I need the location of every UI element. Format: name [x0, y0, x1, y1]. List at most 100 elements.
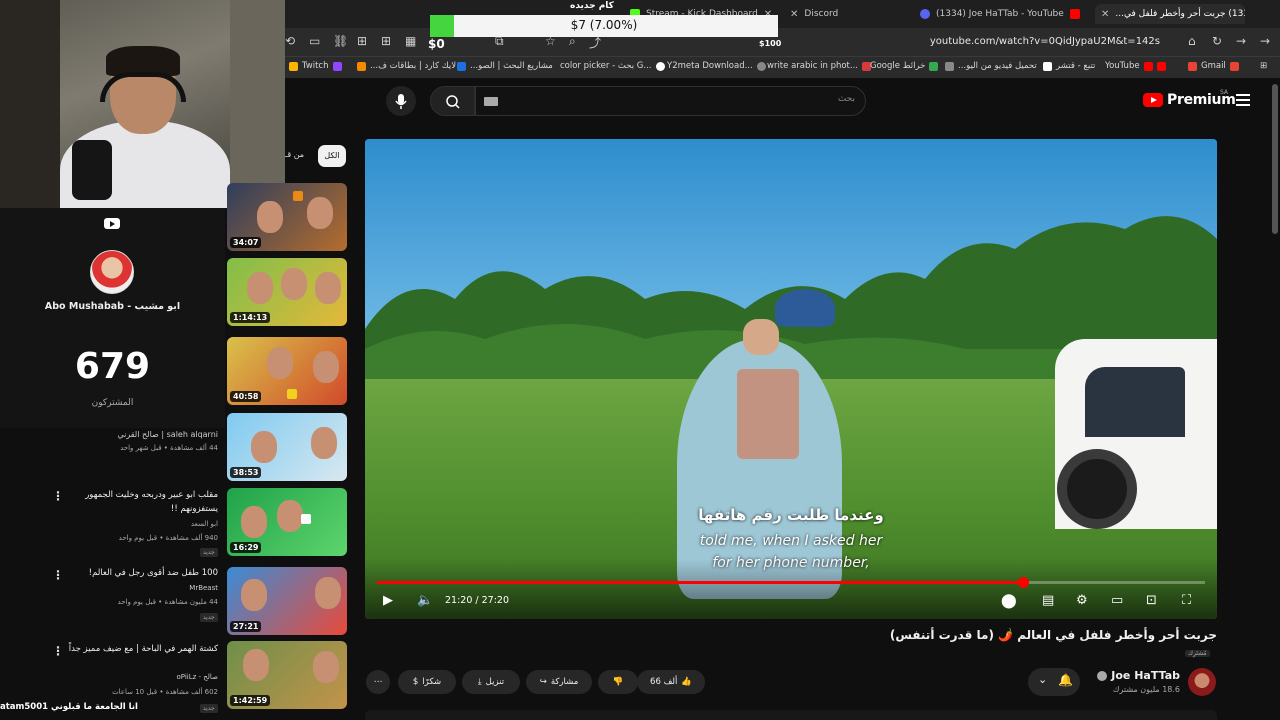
rec-title[interactable]: مقلب ابو عبير ودربحه وخليت الجمهور — [85, 490, 218, 500]
more-options-icon[interactable]: ⋮ — [52, 489, 64, 503]
channel-name[interactable]: Joe HaTTab — [1097, 669, 1180, 682]
share-button[interactable]: ↪ مشاركة — [526, 670, 592, 694]
rec-views: 44 مليون مشاهدة • قبل يوم واحد — [117, 598, 218, 606]
gmail-icon — [1229, 61, 1239, 71]
reload-icon[interactable]: ⟲ — [285, 34, 295, 48]
settings-icon[interactable]: ⚙ — [1076, 593, 1088, 608]
subscribed-button[interactable]: ⌄ 🔔 — [1028, 668, 1080, 696]
close-icon[interactable]: ✕ — [790, 9, 798, 20]
chip-all[interactable]: الكل — [318, 145, 346, 167]
thanks-button[interactable]: $ شكرًا — [398, 670, 456, 694]
back-icon[interactable]: → — [1260, 34, 1270, 48]
thumbs-up-icon: 👍 — [681, 677, 692, 687]
all-bookmarks-icon[interactable]: ⊞ — [1260, 61, 1267, 71]
progress-bar[interactable] — [377, 577, 1205, 588]
bookmark-gmail[interactable]: Gmail — [1188, 61, 1239, 71]
bookmark-youtube[interactable]: YouTube — [1105, 61, 1166, 71]
rec-channel[interactable]: oPiiLz - صالح — [176, 673, 218, 681]
link-icon[interactable]: ⛓ — [333, 34, 348, 48]
bookmark-tracking[interactable]: تتبع - قتشر — [1043, 61, 1095, 71]
forward-icon[interactable]: → — [1236, 34, 1246, 48]
subtitles-icon[interactable]: ▤ — [1042, 593, 1054, 608]
rec-thumbnail-7[interactable]: 1:42:59 — [227, 641, 347, 709]
home-icon[interactable]: ⌂ — [1188, 34, 1196, 48]
more-actions-button[interactable]: ⋯ — [366, 670, 390, 694]
apps-icon[interactable]: ⊞ — [357, 34, 367, 48]
fullscreen-icon[interactable]: ⛶ — [1182, 593, 1191, 608]
rec-title[interactable]: كشتة الهمر في الباحة | مع ضيف مميز جداً — [69, 644, 218, 654]
bookmark-y2meta[interactable]: Y2meta Download... — [667, 61, 766, 71]
goal-title: كام جديده — [570, 1, 614, 11]
rec-thumbnail-6[interactable]: 27:21 — [227, 567, 347, 635]
page-scrollbar[interactable] — [1272, 84, 1278, 234]
tab-current-video[interactable]: ✕ (1333) جربت أحر وأخطر فلفل في... — [1095, 4, 1245, 24]
reader-icon[interactable]: ▭ — [309, 34, 320, 48]
tab-label: Discord — [804, 9, 839, 19]
thumbs-down-icon: 👎 — [612, 677, 624, 687]
theater-mode-icon[interactable]: ▭ — [1111, 593, 1123, 608]
bookmark-video-download[interactable]: تحميل فيديو من اليو... — [945, 61, 1037, 71]
rec-title[interactable]: يستفزونهم !! — [171, 504, 218, 514]
address-bar[interactable]: youtube.com/watch?v=0QidJypaU2M&t=142s — [930, 36, 1160, 47]
tab-discord[interactable]: ✕ Discord — [790, 4, 838, 24]
video-player[interactable]: وعندما طلبت رقم هاتفها told me, when I a… — [365, 139, 1217, 619]
duration-badge: 1:42:59 — [230, 695, 271, 706]
bookmark-twitch[interactable]: Twitch — [289, 61, 342, 71]
verified-icon — [1097, 670, 1108, 681]
rec-thumbnail-1[interactable]: 34:07 — [227, 183, 347, 251]
like-button[interactable]: 66 ألف 👍 — [637, 670, 705, 694]
autoplay-toggle[interactable]: ⬤ — [1001, 593, 1017, 609]
more-options-icon[interactable]: ⋮ — [52, 568, 64, 582]
rec-channel[interactable]: ابو السعد — [191, 520, 218, 528]
bookmark-research[interactable]: مشاريع البحث | الصو... — [457, 61, 553, 71]
youtube-icon — [1156, 61, 1166, 71]
menu-icon[interactable] — [1236, 94, 1250, 106]
duration-badge: 16:29 — [230, 542, 262, 553]
description-box[interactable] — [365, 710, 1217, 720]
search-input[interactable]: بحث — [475, 86, 866, 116]
new-badge: جديد — [200, 704, 218, 713]
more-options-icon[interactable]: ⋮ — [52, 644, 64, 658]
tab-label: (1333) جربت أحر وأخطر فلفل في... — [1115, 9, 1245, 19]
rec-title[interactable]: 100 طفل ضد أقوى رجل في العالم! — [89, 568, 218, 578]
search-button[interactable] — [430, 86, 475, 116]
more-horizontal-icon: ⋯ — [373, 677, 383, 687]
behance-icon — [457, 61, 466, 71]
bookmark-google-maps[interactable]: Google خرائط — [870, 61, 939, 71]
tab-youtube-channel[interactable]: (1334) Joe HaTTab - YouTube — [920, 4, 1080, 24]
rec-thumbnail-4[interactable]: 38:53 — [227, 413, 347, 481]
play-icon[interactable]: ▶ — [383, 593, 393, 608]
bookmark-color-picker[interactable]: color picker - بحث G... — [560, 61, 665, 71]
rec-channel[interactable]: صالح القرني | saleh alqarni — [117, 430, 218, 439]
subscriber-label: المشتركون — [91, 398, 134, 408]
rec-thumbnail-3[interactable]: 40:58 — [227, 337, 347, 405]
download-button[interactable]: ⤓ تنزيل — [462, 670, 520, 694]
calendar-icon[interactable]: ▦ — [405, 34, 416, 48]
close-icon[interactable]: ✕ — [1101, 9, 1109, 20]
channel-avatar[interactable] — [1188, 668, 1216, 696]
country-code: SA — [1220, 89, 1229, 96]
reload-icon[interactable]: ↻ — [1212, 34, 1222, 48]
rec-thumbnail-5[interactable]: 16:29 — [227, 488, 347, 556]
dislike-button[interactable]: 👎 — [598, 670, 638, 694]
volume-icon[interactable]: 🔈 — [417, 593, 433, 608]
new-badge: جديد — [200, 548, 218, 557]
chip-from-channel[interactable]: من قـ — [285, 150, 304, 159]
rec-thumbnail-2[interactable]: 1:14:13 — [227, 258, 347, 326]
keyboard-icon[interactable] — [484, 97, 498, 106]
goal-min-label: $0 — [428, 37, 445, 51]
stream-chat-message: atam5001 انا الجامعة ما قبلوني — [0, 702, 138, 712]
channel-name: Abo Mushabab - ابو مشيب — [44, 301, 181, 312]
rec-channel[interactable]: MrBeast — [189, 584, 218, 592]
share-icon: ↪ — [539, 677, 547, 687]
grid-icon[interactable]: ⊞ — [381, 34, 391, 48]
bookmark-likecard[interactable]: لايك كارد | بطاقات ف... — [357, 61, 456, 71]
voice-search-button[interactable] — [386, 86, 416, 116]
chat-username: atam5001 — [0, 702, 49, 712]
cast-icon[interactable]: ⊡ — [1146, 593, 1157, 608]
bookmark-write-arabic[interactable]: write arabic in phot... — [767, 61, 871, 71]
google-icon — [655, 61, 665, 71]
youtube-icon — [1188, 61, 1197, 71]
duration-badge: 1:14:13 — [230, 312, 271, 323]
chat-text: انا الجامعة ما قبلوني — [51, 702, 138, 712]
